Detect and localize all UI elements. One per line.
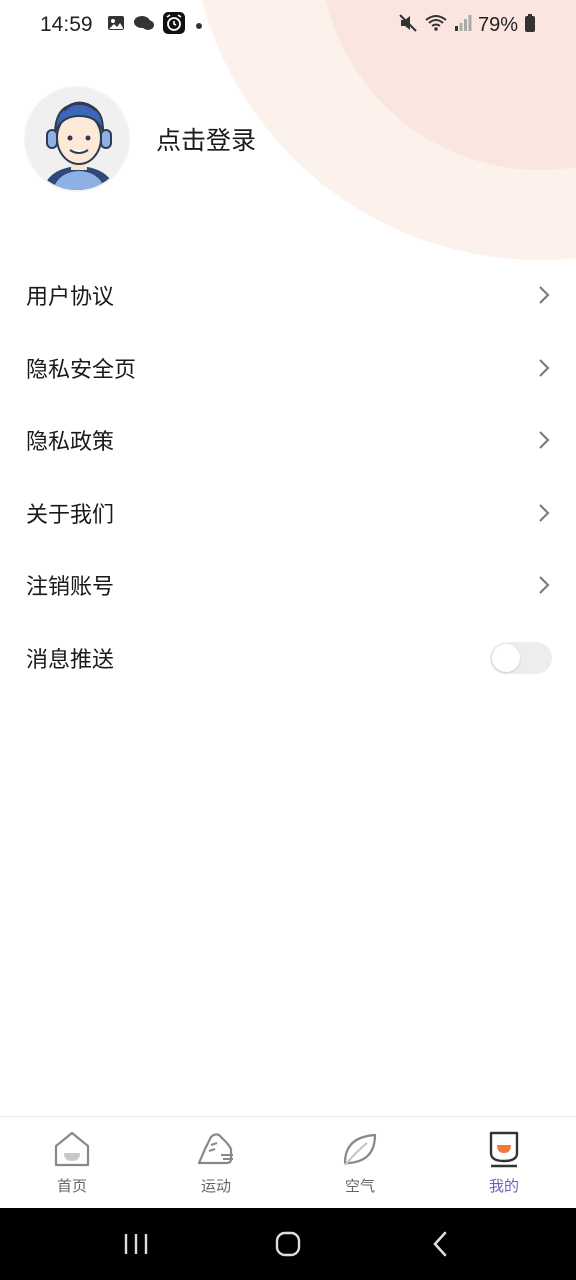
chevron-right-icon [528, 284, 550, 306]
chevron-right-icon [528, 502, 550, 524]
menu-item-user-agreement[interactable]: 用户协议 [0, 259, 576, 332]
menu-item-label: 隐私政策 [26, 430, 115, 456]
status-time: 14:59 [40, 13, 93, 36]
bottom-tab-bar: 首页 运动 空气 我的 [0, 1116, 576, 1208]
signal-icon [454, 13, 472, 37]
home-button-icon[interactable] [268, 1224, 308, 1264]
settings-menu: 用户协议 隐私安全页 隐私政策 关于我们 注销账号 消息推送 [0, 259, 576, 694]
menu-item-privacy-policy[interactable]: 隐私政策 [0, 404, 576, 477]
system-navigation-bar [0, 1208, 576, 1280]
menu-item-about-us[interactable]: 关于我们 [0, 477, 576, 550]
menu-item-label: 消息推送 [26, 647, 115, 673]
tab-air[interactable]: 空气 [288, 1117, 432, 1208]
wifi-icon [424, 13, 448, 38]
status-bar: 14:59 79% [0, 0, 576, 50]
chevron-right-icon [528, 357, 550, 379]
chevron-right-icon [528, 429, 550, 451]
mute-icon [398, 13, 418, 38]
menu-item-label: 用户协议 [26, 285, 115, 311]
menu-item-privacy-security[interactable]: 隐私安全页 [0, 332, 576, 405]
chat-bubble-icon [133, 13, 155, 37]
tab-mine[interactable]: 我的 [432, 1117, 576, 1208]
user-avatar-icon[interactable] [24, 86, 130, 192]
tab-label: 运动 [200, 1177, 231, 1195]
tab-home[interactable]: 首页 [0, 1117, 144, 1208]
toggle-knob [492, 643, 520, 672]
battery-percentage: 79% [477, 13, 518, 36]
back-icon[interactable] [420, 1224, 460, 1264]
push-notification-toggle[interactable] [490, 641, 552, 674]
alarm-app-icon [162, 11, 185, 39]
leaf-icon [339, 1129, 381, 1169]
tab-label: 空气 [344, 1177, 375, 1195]
menu-item-delete-account[interactable]: 注销账号 [0, 549, 576, 622]
notification-dot-icon [193, 13, 205, 37]
tab-label: 我的 [488, 1177, 519, 1195]
recent-apps-icon[interactable] [116, 1224, 156, 1264]
profile-cup-icon [483, 1129, 525, 1169]
tab-sport[interactable]: 运动 [144, 1117, 288, 1208]
profile-header[interactable]: 点击登录 [24, 86, 256, 192]
login-prompt[interactable]: 点击登录 [156, 121, 256, 157]
menu-item-label: 关于我们 [26, 502, 115, 528]
tab-label: 首页 [56, 1177, 87, 1195]
chevron-right-icon [528, 574, 550, 596]
battery-icon [524, 13, 536, 38]
menu-item-label: 注销账号 [26, 575, 115, 601]
sneaker-icon [195, 1129, 237, 1169]
menu-item-push-notifications: 消息推送 [0, 622, 576, 695]
gallery-icon [107, 13, 125, 37]
home-icon [51, 1129, 93, 1169]
menu-item-label: 隐私安全页 [26, 357, 137, 383]
